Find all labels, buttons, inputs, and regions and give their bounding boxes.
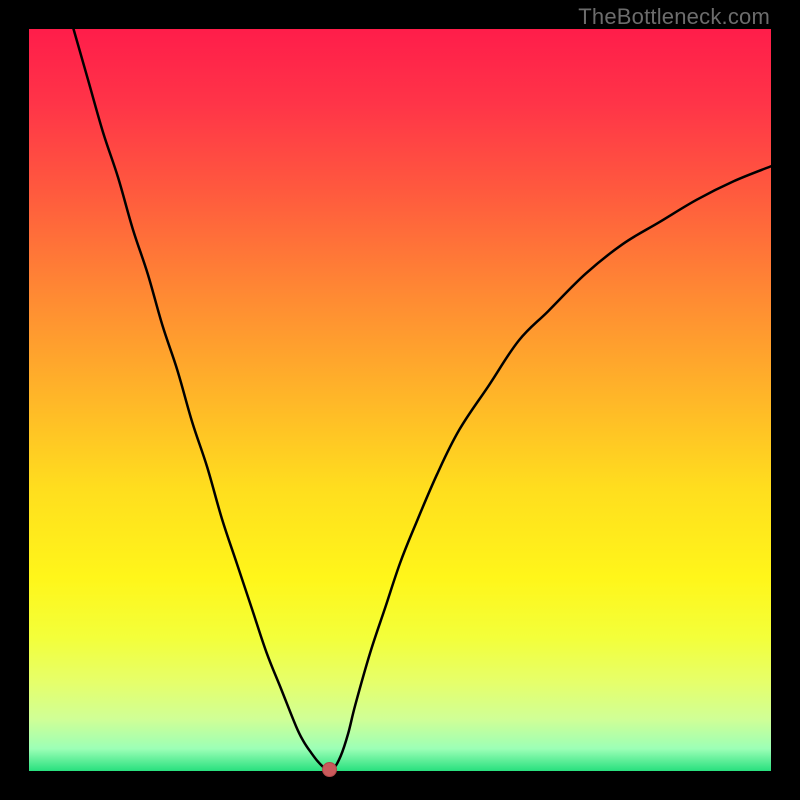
plot-area bbox=[29, 29, 771, 771]
curve-layer bbox=[29, 29, 771, 771]
bottleneck-curve bbox=[74, 29, 771, 770]
chart-frame: TheBottleneck.com bbox=[0, 0, 800, 800]
watermark-text: TheBottleneck.com bbox=[578, 4, 770, 30]
minimum-marker bbox=[323, 763, 337, 777]
